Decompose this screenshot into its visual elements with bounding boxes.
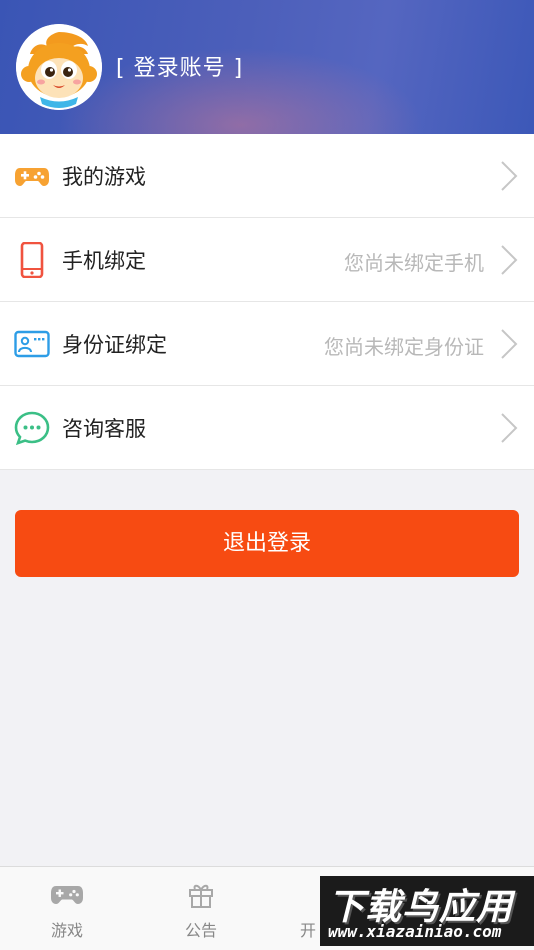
profile-header: [ 登录账号 ] [0, 0, 534, 134]
logout-button[interactable]: 退出登录 [15, 510, 519, 577]
tab-label: 游戏 [50, 921, 83, 940]
menu-item-phone-binding[interactable]: 手机绑定 您尚未绑定手机 [0, 218, 534, 302]
phone-icon [20, 242, 44, 278]
menu-label: 咨询客服 [62, 417, 146, 441]
tab-announcements[interactable]: 公告 [134, 867, 268, 950]
gamepad-icon [51, 886, 83, 904]
menu-label: 我的游戏 [62, 165, 146, 189]
menu-label: 身份证绑定 [62, 333, 167, 357]
menu-item-my-games[interactable]: 我的游戏 [0, 134, 534, 218]
chevron-right-icon [501, 413, 518, 443]
login-account-link[interactable]: [ 登录账号 ] [116, 50, 243, 82]
monkey-avatar-icon [16, 24, 102, 110]
gamepad-icon [15, 168, 49, 186]
id-card-icon [14, 330, 50, 358]
menu-hint: 您尚未绑定身份证 [324, 335, 484, 359]
tab-games[interactable]: 游戏 [0, 867, 134, 950]
chevron-right-icon [501, 329, 518, 359]
chevron-right-icon [501, 245, 518, 275]
menu-hint: 您尚未绑定手机 [344, 251, 484, 275]
gift-icon [189, 884, 213, 908]
account-menu: 我的游戏 手机绑定 您尚未绑定手机 身份证绑定 您尚未绑定身份证 咨询客服 [0, 134, 534, 470]
watermark-logo: 下载鸟应用 www.xiazainiao.com [320, 876, 534, 946]
avatar[interactable] [16, 24, 102, 110]
menu-item-id-binding[interactable]: 身份证绑定 您尚未绑定身份证 [0, 302, 534, 386]
menu-item-customer-service[interactable]: 咨询客服 [0, 386, 534, 470]
menu-label: 手机绑定 [62, 249, 146, 273]
tab-label: 公告 [184, 921, 217, 940]
chevron-right-icon [501, 161, 518, 191]
chat-icon [14, 411, 50, 446]
watermark-url: www.xiazainiao.com [328, 922, 502, 941]
